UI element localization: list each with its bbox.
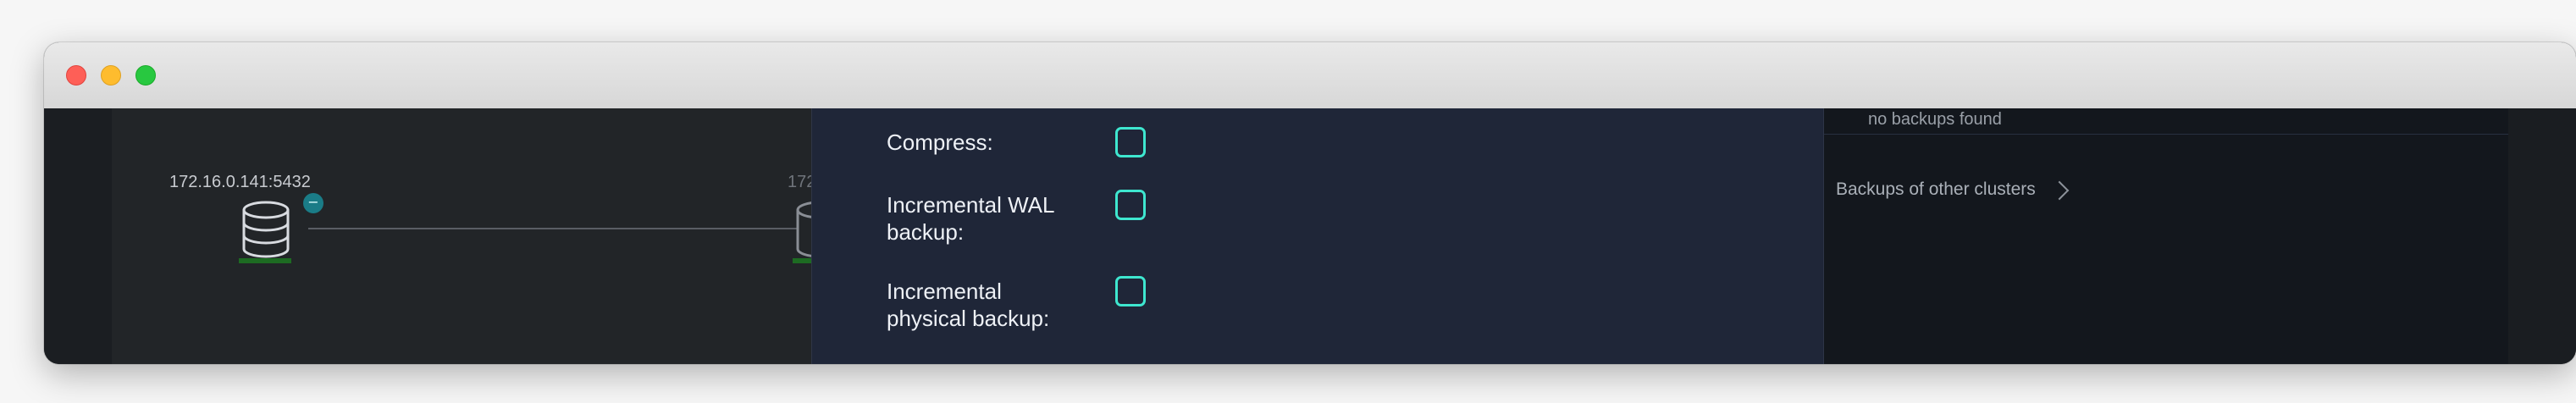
- content-area: 172.16.0.141:5432 172.16.0 − Compress: I…: [44, 108, 2576, 364]
- panel-divider: [1824, 134, 2508, 135]
- app-window: 172.16.0.141:5432 172.16.0 − Compress: I…: [44, 42, 2576, 364]
- title-bar: [44, 42, 2576, 109]
- compress-label: Compress:: [887, 130, 993, 155]
- node-label-primary: 172.16.0.141:5432: [169, 173, 311, 191]
- backups-panel: no backups found Backups of other cluste…: [1824, 108, 2508, 364]
- chevron-right-icon: [2049, 180, 2070, 200]
- incremental-wal-checkbox[interactable]: [1115, 190, 1146, 220]
- left-sidebar: [44, 108, 112, 364]
- close-window-button[interactable]: [66, 65, 86, 86]
- other-clusters-link[interactable]: Backups of other clusters: [1836, 179, 2070, 200]
- other-clusters-label: Backups of other clusters: [1836, 179, 2036, 199]
- incremental-physical-label: Incremental physical backup:: [887, 279, 1050, 331]
- compress-checkbox[interactable]: [1115, 127, 1146, 157]
- node-status-bar-primary: [239, 258, 291, 263]
- maximize-window-button[interactable]: [135, 65, 156, 86]
- incremental-physical-checkbox[interactable]: [1115, 276, 1146, 306]
- replication-edge: [308, 228, 798, 229]
- right-sidebar: [2508, 108, 2576, 364]
- node-status-badge: −: [303, 193, 323, 213]
- cluster-graph-canvas: 172.16.0.141:5432 172.16.0 −: [112, 108, 854, 364]
- incremental-wal-label: Incremental WAL backup:: [887, 192, 1054, 245]
- backup-settings-dialog: Compress: Incremental WAL backup: Increm…: [811, 108, 1824, 364]
- database-icon[interactable]: [240, 200, 291, 259]
- no-backups-message: no backups found: [1868, 110, 2002, 129]
- minimize-window-button[interactable]: [101, 65, 121, 86]
